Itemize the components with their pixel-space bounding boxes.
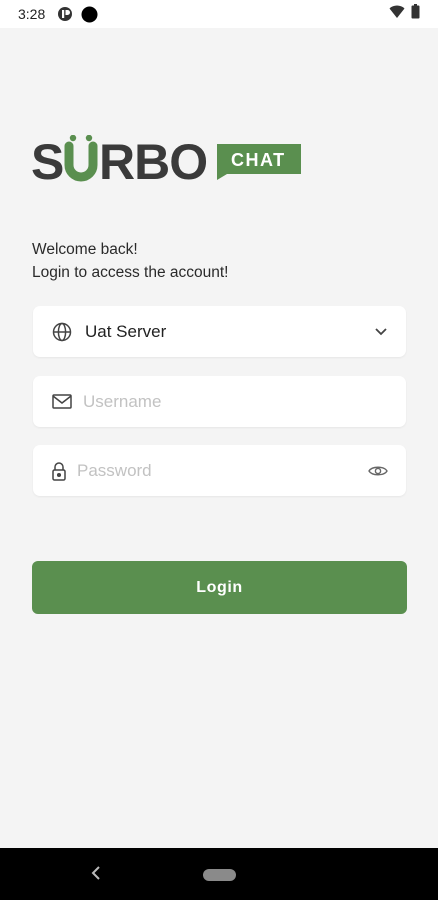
username-field[interactable]: Username: [33, 376, 406, 427]
globe-icon: [51, 321, 73, 343]
password-placeholder: Password: [77, 460, 152, 480]
system-nav-bar: [0, 848, 438, 900]
welcome-line-2: Login to access the account!: [32, 264, 229, 281]
chevron-down-icon[interactable]: [374, 327, 388, 337]
status-time: 3:28: [18, 6, 46, 22]
lock-icon: [51, 460, 67, 482]
server-select-value: Uat Server: [85, 321, 167, 341]
battery-icon: [411, 4, 420, 24]
login-button[interactable]: Login: [32, 561, 407, 614]
logo-chat-text: CHAT: [231, 150, 286, 170]
welcome-line-1: Welcome back!: [32, 241, 138, 258]
svg-text:RBO: RBO: [99, 135, 207, 185]
media-icon: [57, 6, 73, 22]
username-placeholder: Username: [83, 391, 162, 411]
password-field[interactable]: Password: [33, 445, 406, 496]
status-bar: 3:28: [0, 0, 438, 28]
camera-dot-icon: [81, 6, 98, 23]
mail-icon: [51, 391, 73, 413]
svg-text:S: S: [31, 135, 63, 185]
back-icon[interactable]: [90, 865, 102, 886]
eye-icon[interactable]: [368, 464, 388, 478]
server-select[interactable]: Uat Server: [33, 306, 406, 357]
surbo-chat-logo: S RBO CHAT: [31, 134, 303, 190]
home-pill[interactable]: [203, 869, 236, 881]
wifi-icon: [389, 5, 405, 24]
welcome-text: Welcome back! Login to access the accoun…: [32, 238, 228, 284]
